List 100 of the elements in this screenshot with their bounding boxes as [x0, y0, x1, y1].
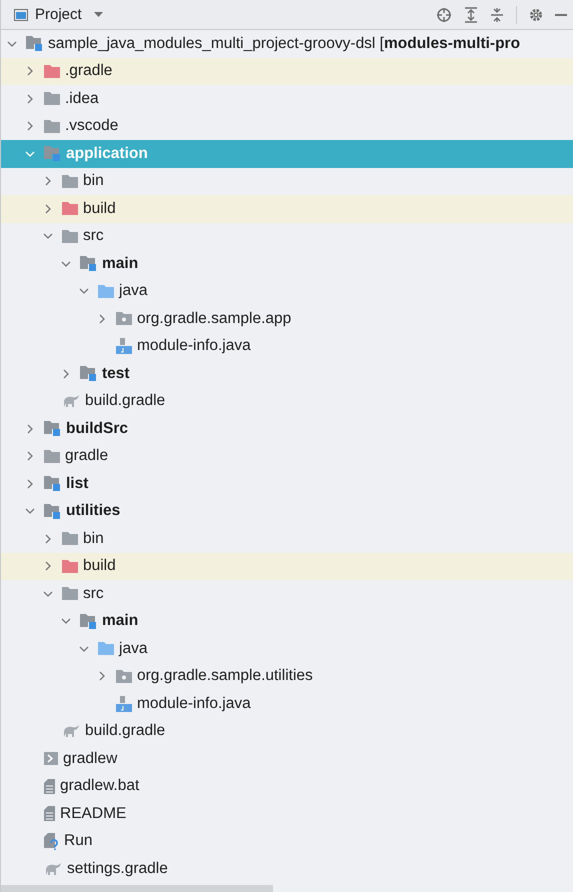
minimize-icon[interactable] — [555, 14, 567, 16]
item-label: utilities — [66, 502, 120, 520]
chevron-icon[interactable] — [25, 66, 35, 76]
item-label: java — [119, 640, 148, 658]
tree-item[interactable]: org.gradle.sample.app — [1, 305, 573, 332]
folder-icon — [44, 120, 60, 133]
tree-item[interactable]: README — [1, 800, 573, 828]
folder-icon — [44, 64, 60, 78]
tree-item[interactable]: list — [1, 470, 573, 498]
tree-item[interactable]: module-info.java — [1, 690, 573, 718]
module-folder-icon — [44, 504, 61, 519]
tree-item[interactable]: Run — [1, 828, 573, 855]
chevron-icon[interactable] — [25, 148, 35, 159]
item-label: gradlew.bat — [60, 777, 140, 796]
chevron-icon[interactable] — [61, 368, 71, 379]
tree-item[interactable]: settings.gradle — [1, 855, 573, 882]
folder-icon — [98, 284, 114, 298]
folder-icon — [98, 642, 114, 656]
tree-item[interactable]: .vscode — [1, 112, 573, 140]
java-file-icon — [116, 696, 132, 712]
folder-icon — [62, 532, 78, 546]
view-selector[interactable]: Project — [35, 6, 103, 23]
item-label: test — [102, 364, 130, 383]
chevron-icon[interactable] — [43, 204, 53, 214]
folder-icon — [62, 560, 78, 573]
chevron-icon[interactable] — [25, 451, 35, 462]
module-folder-icon — [44, 146, 61, 162]
tree-item[interactable]: gradlew.bat — [1, 772, 573, 800]
tree-item[interactable]: src — [1, 222, 573, 250]
chevron-icon[interactable] — [25, 121, 35, 132]
collapse-all-icon[interactable] — [490, 6, 504, 22]
tree-item[interactable]: main — [1, 250, 573, 278]
tree-item[interactable]: test — [1, 360, 573, 388]
tree-item[interactable]: build — [1, 195, 573, 222]
item-label: settings.gradle — [67, 860, 168, 878]
chevron-icon[interactable] — [61, 616, 71, 626]
chevron-icon[interactable] — [79, 286, 89, 296]
chevron-icon[interactable] — [61, 258, 71, 269]
tree-item[interactable]: .idea — [1, 85, 573, 112]
tree-item[interactable]: bin — [1, 168, 573, 195]
tree-item[interactable]: gradle — [1, 442, 573, 470]
unknown-file-icon — [44, 832, 59, 850]
tree-item[interactable]: java — [1, 635, 573, 662]
folder-icon — [62, 587, 78, 600]
item-label: .vscode — [65, 117, 118, 136]
tree-item[interactable]: main — [1, 608, 573, 635]
item-label: java — [119, 282, 148, 300]
tree-item[interactable]: build.gradle — [1, 718, 573, 745]
elephant-icon — [44, 862, 62, 875]
chevron-icon[interactable] — [43, 588, 53, 599]
folder-icon — [62, 174, 78, 188]
item-label: README — [60, 804, 126, 823]
tree-item[interactable]: java — [1, 278, 573, 305]
item-label: build.gradle — [85, 722, 166, 740]
item-label: src — [83, 227, 104, 246]
module-folder-icon — [26, 36, 43, 52]
chevron-icon[interactable] — [43, 176, 53, 186]
chevron-icon[interactable] — [25, 424, 35, 434]
tree-item[interactable]: buildSrc — [1, 415, 573, 442]
window-icon — [14, 8, 28, 20]
module-folder-icon — [80, 614, 97, 629]
tree-item[interactable]: build — [1, 552, 573, 580]
package-icon — [116, 312, 132, 326]
locate-icon[interactable] — [436, 6, 452, 22]
item-label: main — [102, 254, 138, 273]
java-file-icon — [116, 338, 132, 354]
elephant-icon — [62, 725, 80, 738]
chevron-icon[interactable] — [25, 478, 35, 489]
settings-icon[interactable] — [529, 8, 543, 22]
item-label: org.gradle.sample.utilities — [137, 667, 313, 686]
chevron-icon[interactable] — [43, 231, 53, 242]
chevron-icon[interactable] — [43, 561, 53, 572]
tree-item[interactable]: module-info.java — [1, 332, 573, 360]
chevron-icon[interactable] — [25, 94, 35, 104]
chevron-icon[interactable] — [7, 38, 17, 49]
tree-item[interactable]: build.gradle — [1, 388, 573, 415]
expand-all-icon[interactable] — [464, 6, 478, 22]
tree-item[interactable]: sample_java_modules_multi_project-groovy-dsl [modules-multi-pro — [1, 30, 573, 58]
folder-icon — [44, 450, 60, 463]
tree-item[interactable]: src — [1, 580, 573, 608]
chevron-icon[interactable] — [25, 506, 35, 516]
item-label: build — [83, 200, 116, 218]
chevron-icon[interactable] — [97, 314, 107, 324]
module-folder-icon — [80, 256, 97, 272]
elephant-icon — [62, 395, 80, 408]
item-label: gradlew — [63, 750, 118, 768]
folder-icon — [44, 92, 60, 106]
terminal-file-icon — [44, 752, 58, 766]
package-icon — [116, 670, 132, 683]
chevron-icon[interactable] — [79, 644, 89, 654]
tree-item[interactable]: utilities — [1, 498, 573, 525]
tree-item[interactable]: gradlew — [1, 745, 573, 772]
tree-item[interactable]: bin — [1, 525, 573, 552]
chevron-icon[interactable] — [43, 534, 53, 544]
tree-item[interactable]: .gradle — [1, 58, 573, 85]
item-label: module-info.java — [137, 694, 251, 713]
chevron-icon[interactable] — [97, 671, 107, 682]
module-folder-icon — [44, 476, 61, 492]
scrollbar-thumb[interactable] — [1, 885, 273, 892]
tree-item[interactable]: org.gradle.sample.utilities — [1, 662, 573, 690]
